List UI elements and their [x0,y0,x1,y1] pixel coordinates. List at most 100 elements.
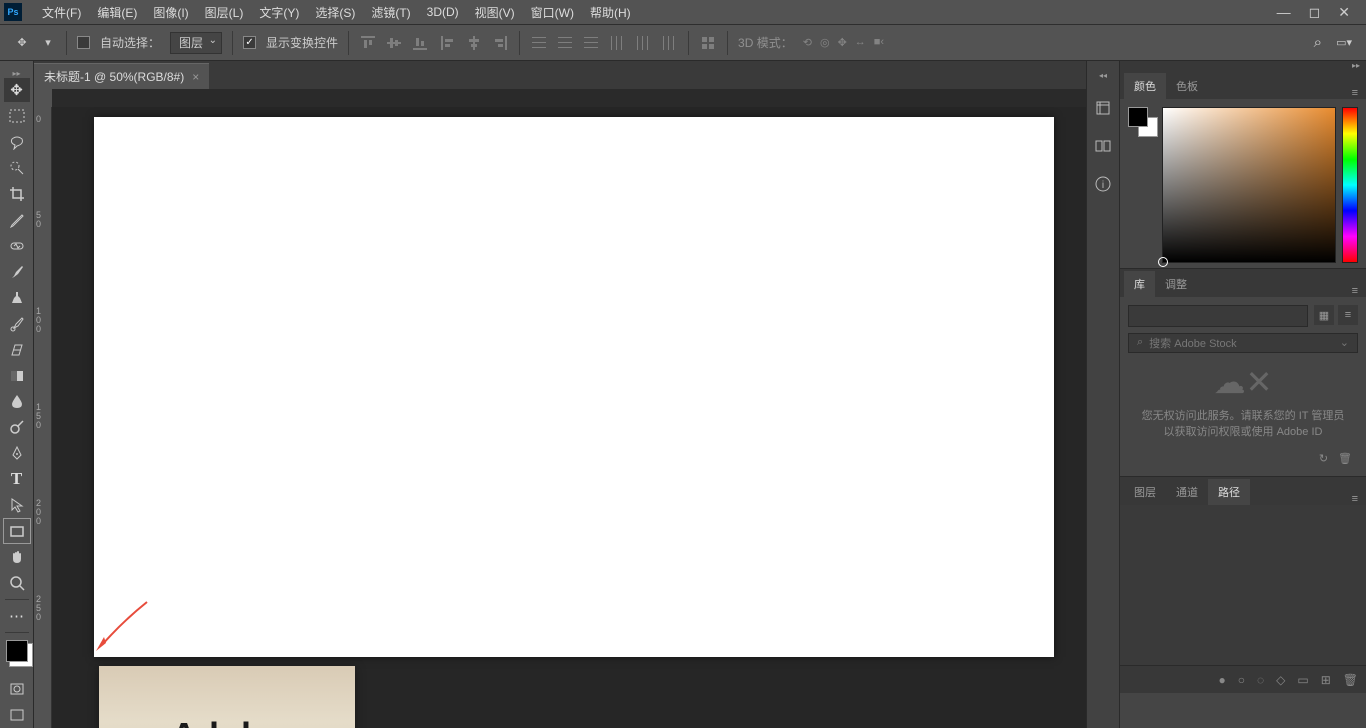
search-chevron-icon[interactable]: ⌄ [1340,336,1349,349]
quick-mask-icon[interactable] [4,677,30,701]
crop-tool[interactable] [4,182,30,206]
search-icon[interactable]: ⌕ [1314,34,1322,51]
collapse-panels-icon[interactable]: ▸▸ [1120,61,1366,71]
menu-3d[interactable]: 3D(D) [419,5,467,19]
info-panel-icon[interactable]: i [1093,174,1113,194]
dist-top-icon[interactable] [530,34,548,52]
paths-tab[interactable]: 路径 [1208,479,1250,505]
layers-tab[interactable]: 图层 [1124,479,1166,505]
zoom-tool[interactable] [4,571,30,595]
menu-window[interactable]: 窗口(W) [523,4,582,21]
expand-rail-icon[interactable]: ◂◂ [1099,71,1107,80]
panel-menu-icon[interactable]: ≡ [1344,285,1366,297]
rectangle-tool[interactable] [4,519,30,543]
dist-right-icon[interactable] [660,34,678,52]
swatches-tab[interactable]: 色板 [1166,73,1208,99]
list-view-icon[interactable]: ≡ [1338,305,1358,325]
menu-view[interactable]: 视图(V) [467,4,523,21]
align-bottom-icon[interactable] [411,34,429,52]
show-transform-checkbox[interactable] [243,36,256,49]
3d-slide-icon[interactable]: ↔ [855,36,866,49]
path-to-selection-icon[interactable]: ◌ [1257,673,1264,687]
move-tool-icon[interactable]: ✥ [14,35,30,51]
quick-select-tool[interactable] [4,156,30,180]
maximize-icon[interactable]: ◻ [1309,4,1321,21]
dodge-tool[interactable] [4,415,30,439]
close-icon[interactable]: ✕ [1338,4,1350,21]
auto-select-checkbox[interactable] [77,36,90,49]
library-search[interactable]: ⌕ 搜索 Adobe Stock ⌄ [1128,333,1358,353]
canvas-background[interactable]: Adobe 矩形工具 (U) [52,107,1086,728]
dist-vcenter-icon[interactable] [556,34,574,52]
panel-menu-icon[interactable]: ≡ [1344,493,1366,505]
clone-stamp-tool[interactable] [4,286,30,310]
align-vcenter-icon[interactable] [385,34,403,52]
color-fg-bg[interactable] [1128,107,1156,260]
fg-color-swatch[interactable] [1128,107,1148,127]
ruler-vertical[interactable]: 050100150200250 [34,107,52,728]
menu-select[interactable]: 选择(S) [307,4,363,21]
menu-filter[interactable]: 滤镜(T) [363,4,418,21]
dist-hcenter-icon[interactable] [634,34,652,52]
delete-path-icon[interactable]: 🗑 [1343,673,1358,687]
hue-strip[interactable] [1342,107,1358,263]
align-left-icon[interactable] [439,34,457,52]
marquee-tool[interactable] [4,104,30,128]
canvas[interactable] [94,117,1054,657]
align-hcenter-icon[interactable] [465,34,483,52]
channels-tab[interactable]: 通道 [1166,479,1208,505]
brush-tool[interactable] [4,260,30,284]
color-field[interactable] [1162,107,1336,263]
dist-bottom-icon[interactable] [582,34,600,52]
menu-edit[interactable]: 编辑(E) [89,4,145,21]
auto-align-icon[interactable] [699,34,717,52]
close-tab-icon[interactable]: × [192,70,199,84]
workspace-icon[interactable]: ▭▾ [1336,36,1352,49]
menu-help[interactable]: 帮助(H) [582,4,639,21]
history-panel-icon[interactable] [1093,98,1113,118]
3d-pan-icon[interactable]: ✥ [838,36,847,49]
3d-orbit-icon[interactable]: ⟲ [803,36,812,49]
gradient-tool[interactable] [4,363,30,387]
minimize-icon[interactable]: — [1277,4,1291,21]
screen-mode-icon[interactable] [4,703,30,727]
library-tab[interactable]: 库 [1124,271,1155,297]
menu-image[interactable]: 图像(I) [145,4,196,21]
sync-icon[interactable]: ↻ [1319,452,1328,465]
properties-panel-icon[interactable] [1093,136,1113,156]
lasso-tool[interactable] [4,130,30,154]
grid-view-icon[interactable]: ▦ [1314,305,1334,325]
dist-left-icon[interactable] [608,34,626,52]
align-top-icon[interactable] [359,34,377,52]
library-dropdown[interactable] [1128,305,1308,327]
3d-roll-icon[interactable]: ◎ [820,36,830,49]
move-tool[interactable]: ✥ [4,78,30,102]
color-cursor[interactable] [1158,257,1168,267]
type-tool[interactable]: T [4,467,30,491]
blur-tool[interactable] [4,389,30,413]
menu-file[interactable]: 文件(F) [34,4,89,21]
3d-zoom-icon[interactable]: ■‹ [874,36,884,49]
align-right-icon[interactable] [491,34,509,52]
healing-brush-tool[interactable] [4,234,30,258]
eraser-tool[interactable] [4,338,30,362]
stroke-path-icon[interactable]: ○ [1238,673,1245,687]
make-path-icon[interactable]: ◇ [1276,673,1285,687]
fill-path-icon[interactable]: ● [1218,673,1225,687]
menu-type[interactable]: 文字(Y) [251,4,307,21]
color-tab[interactable]: 颜色 [1124,73,1166,99]
edit-toolbar-icon[interactable]: ⋯ [4,604,30,628]
new-path-icon[interactable]: ⊞ [1321,673,1331,687]
eyedropper-tool[interactable] [4,208,30,232]
menu-layer[interactable]: 图层(L) [197,4,252,21]
document-tab[interactable]: 未标题-1 @ 50%(RGB/8#) × [34,63,209,89]
expand-toolbar-icon[interactable]: ▸▸ [0,69,33,77]
history-brush-tool[interactable] [4,312,30,336]
pen-tool[interactable] [4,441,30,465]
auto-select-dropdown[interactable]: 图层 [170,32,222,54]
adjustments-tab[interactable]: 调整 [1155,271,1197,297]
hand-tool[interactable] [4,545,30,569]
foreground-background-colors[interactable] [6,640,28,662]
trash-icon[interactable]: 🗑 [1338,452,1352,465]
mask-icon[interactable]: ▭ [1297,673,1308,687]
